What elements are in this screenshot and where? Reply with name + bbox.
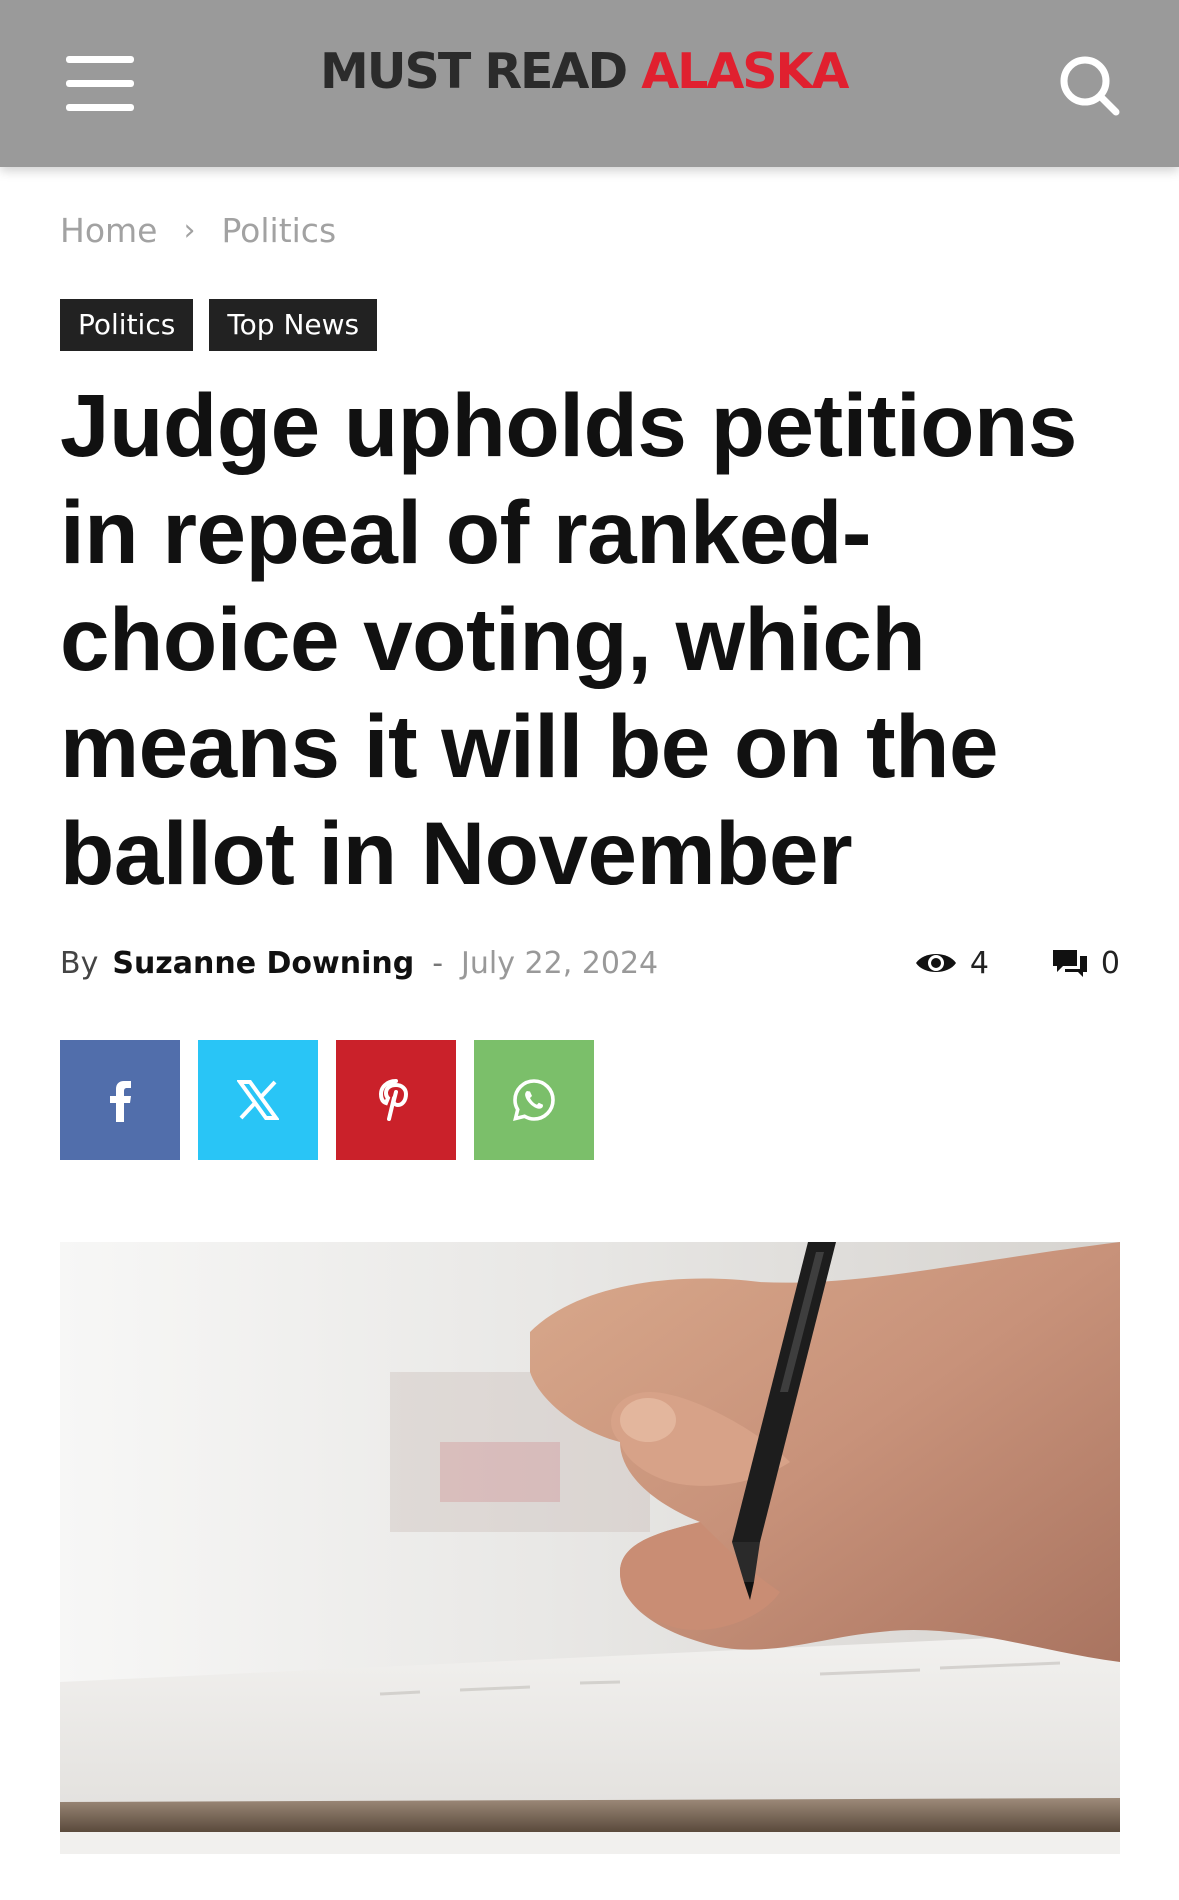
share-buttons [60,1040,594,1160]
comments-icon [1052,950,1087,977]
breadcrumb-home-link[interactable]: Home [60,211,157,250]
hamburger-menu-icon[interactable] [60,56,140,112]
pinterest-share-button[interactable] [336,1040,456,1160]
author-link[interactable]: Suzanne Downing [112,946,414,981]
x-icon [237,1080,279,1120]
breadcrumb-separator: › [183,212,196,248]
eye-icon [915,954,956,972]
category-tags: Politics Top News [60,299,378,351]
site-header: MUST READ ALASKA [0,0,1179,167]
publish-date: July 22, 2024 [461,945,659,981]
logo-text-primary: MUST READ [320,43,628,100]
tag-top-news[interactable]: Top News [209,299,378,351]
by-label: By [60,945,99,981]
views-count: 4 [914,946,989,981]
facebook-share-button[interactable] [60,1040,180,1160]
facebook-icon [110,1081,131,1122]
tag-politics[interactable]: Politics [60,299,194,351]
breadcrumb-politics-link[interactable]: Politics [221,211,336,250]
pinterest-icon [378,1079,409,1121]
breadcrumb: Home › Politics [60,206,336,254]
comments-count[interactable]: 0 [1051,946,1120,981]
logo-text-accent: ALASKA [641,43,849,100]
views-value: 4 [969,945,989,981]
article-stats: 4 0 [914,940,1120,986]
article-title: Judge upholds petitions in repeal of ran… [60,375,1077,903]
meta-separator: - [432,945,444,981]
whatsapp-icon [513,1079,555,1121]
site-logo[interactable]: MUST READ ALASKA [320,42,860,102]
article-meta: By Suzanne Downing - July 22, 2024 4 0 [60,940,1120,986]
x-share-button[interactable] [198,1040,318,1160]
hand-writing-with-pen-image [60,1242,1120,1854]
comments-value: 0 [1100,945,1120,981]
whatsapp-share-button[interactable] [474,1040,594,1160]
search-icon[interactable] [1054,50,1124,120]
article-hero-image [60,1242,1120,1854]
